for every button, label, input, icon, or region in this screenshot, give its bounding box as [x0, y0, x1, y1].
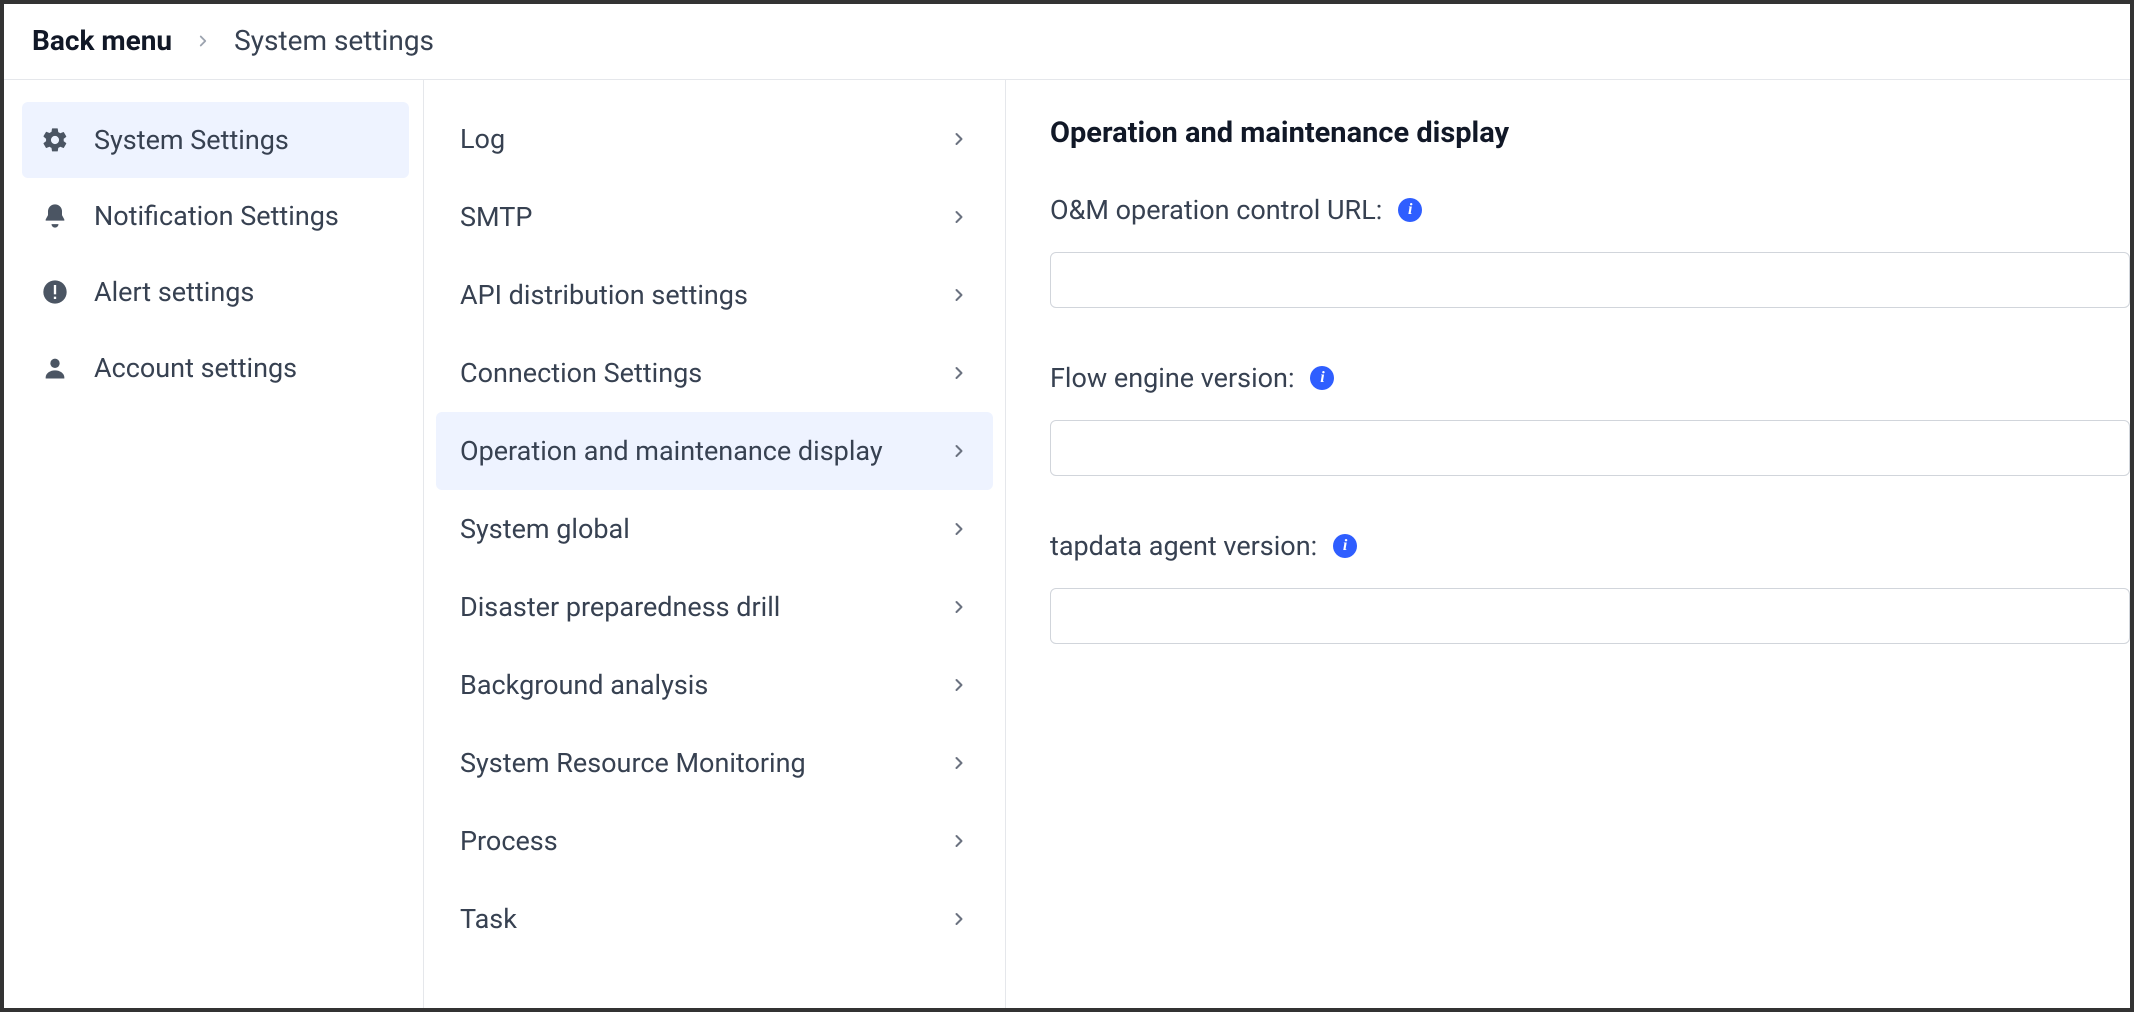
sidebar-item-notification-settings[interactable]: Notification Settings — [22, 178, 409, 254]
alert-icon — [40, 277, 70, 307]
sidebar-item-label: Alert settings — [94, 276, 254, 308]
subnav-item-process[interactable]: Process — [436, 802, 993, 880]
subnav-item-resource-monitoring[interactable]: System Resource Monitoring — [436, 724, 993, 802]
info-icon[interactable]: i — [1310, 366, 1334, 390]
subnav-item-operation-maintenance[interactable]: Operation and maintenance display — [436, 412, 993, 490]
panel-title: Operation and maintenance display — [1050, 116, 2130, 150]
breadcrumb-back[interactable]: Back menu — [32, 24, 172, 57]
chevron-right-icon — [194, 32, 212, 50]
tapdata-agent-version-input[interactable] — [1050, 588, 2130, 644]
body: System Settings Notification Settings Al… — [4, 80, 2130, 1008]
content-panel: Operation and maintenance display O&M op… — [1006, 80, 2130, 1008]
subnav-item-background-analysis[interactable]: Background analysis — [436, 646, 993, 724]
chevron-right-icon — [949, 753, 969, 773]
subnav-item-label: Process — [460, 825, 949, 857]
chevron-right-icon — [949, 363, 969, 383]
subnav-item-task[interactable]: Task — [436, 880, 993, 958]
info-icon[interactable]: i — [1333, 534, 1357, 558]
subnav-item-smtp[interactable]: SMTP — [436, 178, 993, 256]
field-label: tapdata agent version: — [1050, 530, 1317, 562]
field-tapdata-agent-version: tapdata agent version: i — [1050, 530, 2130, 644]
chevron-right-icon — [949, 441, 969, 461]
field-om-url: O&M operation control URL: i — [1050, 194, 2130, 308]
subnav-item-connection-settings[interactable]: Connection Settings — [436, 334, 993, 412]
chevron-right-icon — [949, 597, 969, 617]
sidebar-item-account-settings[interactable]: Account settings — [22, 330, 409, 406]
subnav-item-system-global[interactable]: System global — [436, 490, 993, 568]
subnav-item-label: Operation and maintenance display — [460, 435, 949, 467]
chevron-right-icon — [949, 129, 969, 149]
sidebar-item-label: Notification Settings — [94, 200, 339, 232]
user-icon — [40, 353, 70, 383]
flow-engine-version-input[interactable] — [1050, 420, 2130, 476]
subnav-item-label: Connection Settings — [460, 357, 949, 389]
chevron-right-icon — [949, 519, 969, 539]
breadcrumb: Back menu System settings — [4, 4, 2130, 80]
chevron-right-icon — [949, 675, 969, 695]
field-label-row: Flow engine version: i — [1050, 362, 2130, 394]
subnav-item-label: Background analysis — [460, 669, 949, 701]
subnav-item-log[interactable]: Log — [436, 100, 993, 178]
field-label: Flow engine version: — [1050, 362, 1294, 394]
sidebar-item-alert-settings[interactable]: Alert settings — [22, 254, 409, 330]
subnav-item-disaster-drill[interactable]: Disaster preparedness drill — [436, 568, 993, 646]
chevron-right-icon — [949, 285, 969, 305]
bell-icon — [40, 201, 70, 231]
breadcrumb-current: System settings — [234, 24, 434, 57]
subnav-item-label: System global — [460, 513, 949, 545]
sidebar-item-label: Account settings — [94, 352, 297, 384]
chevron-right-icon — [949, 831, 969, 851]
chevron-right-icon — [949, 207, 969, 227]
subnav-item-label: Task — [460, 903, 949, 935]
om-url-input[interactable] — [1050, 252, 2130, 308]
field-label-row: tapdata agent version: i — [1050, 530, 2130, 562]
subnav-item-api-distribution[interactable]: API distribution settings — [436, 256, 993, 334]
sidebar-item-system-settings[interactable]: System Settings — [22, 102, 409, 178]
sidebar-item-label: System Settings — [94, 124, 289, 156]
chevron-right-icon — [949, 909, 969, 929]
field-label: O&M operation control URL: — [1050, 194, 1382, 226]
subnav-item-label: API distribution settings — [460, 279, 949, 311]
subnav-item-label: System Resource Monitoring — [460, 747, 949, 779]
app-frame: Back menu System settings System Setting… — [4, 4, 2130, 1008]
sidebar: System Settings Notification Settings Al… — [4, 80, 424, 1008]
subnav-item-label: SMTP — [460, 201, 949, 233]
settings-subnav: Log SMTP API distribution settings Conne… — [424, 80, 1006, 1008]
field-flow-engine-version: Flow engine version: i — [1050, 362, 2130, 476]
field-label-row: O&M operation control URL: i — [1050, 194, 2130, 226]
subnav-item-label: Disaster preparedness drill — [460, 591, 949, 623]
info-icon[interactable]: i — [1398, 198, 1422, 222]
subnav-item-label: Log — [460, 123, 949, 155]
gear-icon — [40, 125, 70, 155]
